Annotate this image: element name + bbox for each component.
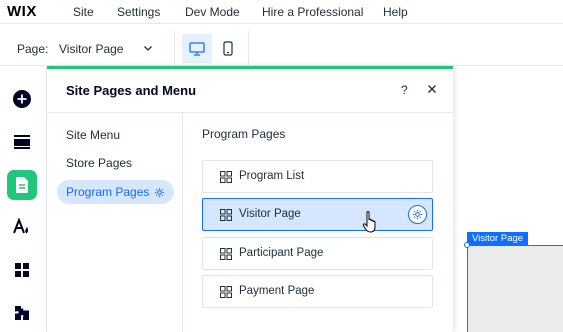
page-item-label: Participant Page — [239, 247, 324, 259]
panel-main: Program Pages Program List Visitor Page … — [183, 113, 453, 332]
page-item-participant-page[interactable]: Participant Page — [202, 237, 433, 270]
site-pages-panel: Site Pages and Menu ? Site Menu Store Pa… — [47, 66, 453, 332]
left-rail — [0, 66, 47, 332]
business-icon — [15, 306, 29, 320]
dynamic-page-icon — [220, 248, 232, 260]
section-title: Program Pages — [202, 127, 286, 141]
editor-window: WIX Site Settings Dev Mode Hire a Profes… — [0, 0, 563, 332]
dynamic-page-icon — [220, 209, 232, 221]
menu-dev-mode[interactable]: Dev Mode — [185, 5, 240, 19]
page-selector-label: Page: — [17, 42, 49, 56]
side-item-program-pages[interactable]: Program Pages — [57, 180, 175, 204]
page-item-visitor-page[interactable]: Visitor Page — [202, 198, 433, 231]
dynamic-page-icon — [220, 286, 232, 298]
apps-icon — [15, 263, 29, 277]
selection-handle[interactable] — [464, 242, 470, 248]
page-selector-value[interactable]: Visitor Page — [59, 42, 123, 56]
design-button[interactable] — [7, 212, 37, 242]
panel-side-menu: Site Menu Store Pages Program Pages — [47, 113, 183, 332]
mobile-icon — [223, 41, 233, 56]
menu-site[interactable]: Site — [73, 5, 94, 19]
side-item-store-pages[interactable]: Store Pages — [66, 156, 132, 170]
panel-title: Site Pages and Menu — [66, 83, 197, 98]
desktop-icon — [189, 41, 205, 56]
gear-icon — [412, 209, 423, 220]
page-item-label: Program List — [239, 170, 305, 182]
design-icon — [13, 218, 29, 234]
page-item-label: Payment Page — [239, 285, 315, 297]
page-settings-button[interactable] — [408, 205, 427, 224]
hand-cursor-icon — [362, 211, 376, 233]
wix-logo[interactable]: WIX — [7, 3, 37, 20]
pages-icon — [16, 177, 28, 193]
toolbar-divider — [174, 31, 175, 66]
add-icon — [13, 90, 31, 108]
mobile-view-button[interactable] — [213, 34, 243, 63]
page-item-program-list[interactable]: Program List — [202, 160, 433, 193]
page-toolbar: Page: Visitor Page — [0, 31, 563, 66]
sections-button[interactable] — [7, 127, 37, 157]
page-item-payment-page[interactable]: Payment Page — [202, 275, 433, 308]
gear-icon[interactable] — [154, 187, 165, 198]
help-button[interactable]: ? — [401, 83, 408, 97]
selected-page-frame[interactable] — [467, 245, 563, 332]
menu-help[interactable]: Help — [383, 5, 408, 19]
side-item-site-menu[interactable]: Site Menu — [66, 128, 120, 142]
toolbar-divider — [248, 31, 249, 66]
canvas-page-tag: Visitor Page — [467, 232, 529, 245]
side-item-label: Program Pages — [66, 185, 150, 199]
dynamic-page-icon — [220, 171, 232, 183]
desktop-view-button[interactable] — [182, 34, 212, 63]
add-elements-button[interactable] — [7, 84, 37, 114]
business-apps-button[interactable] — [7, 298, 37, 328]
top-menu-bar: WIX Site Settings Dev Mode Hire a Profes… — [0, 0, 563, 24]
page-item-label: Visitor Page — [239, 208, 301, 220]
close-icon[interactable] — [425, 82, 439, 96]
apps-button[interactable] — [7, 255, 37, 285]
menu-settings[interactable]: Settings — [117, 5, 160, 19]
sections-icon — [14, 135, 30, 149]
menu-hire-professional[interactable]: Hire a Professional — [262, 5, 363, 19]
pages-button[interactable] — [7, 170, 37, 200]
chevron-down-icon[interactable] — [142, 42, 154, 54]
panel-header: Site Pages and Menu ? — [47, 69, 453, 113]
